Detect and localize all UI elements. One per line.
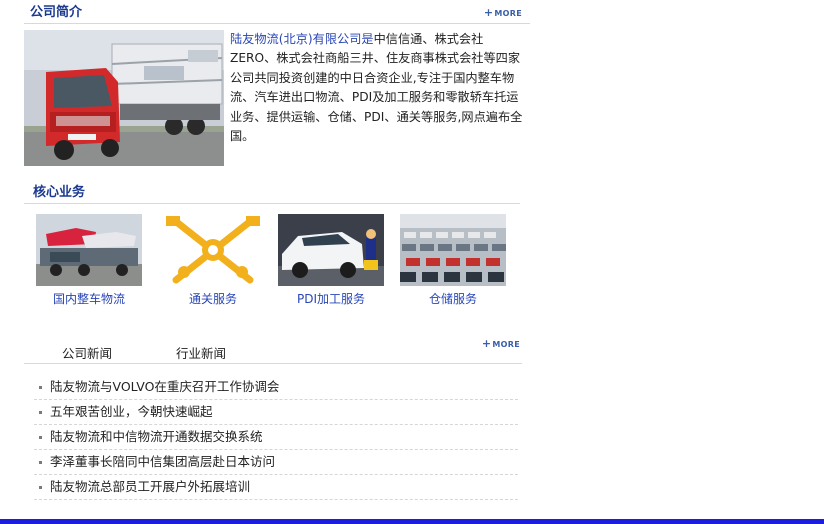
- tab-industry-news[interactable]: 行业新闻: [176, 343, 226, 362]
- company-intro-title: 公司简介: [30, 5, 83, 20]
- news-item[interactable]: 五年艰苦创业，今朝快速崛起: [34, 400, 518, 425]
- bullet-icon: [39, 411, 42, 414]
- news-link[interactable]: 陆友物流与VOLVO在重庆召开工作协调会: [50, 379, 279, 394]
- news-item[interactable]: 陆友物流与VOLVO在重庆召开工作协调会: [34, 375, 518, 400]
- news-more-link[interactable]: +MORE: [482, 337, 520, 350]
- service-pdi[interactable]: PDI加工服务: [278, 214, 384, 307]
- bullet-icon: [39, 436, 42, 439]
- plus-icon: +: [483, 6, 494, 19]
- service-label: 仓储服务: [428, 292, 477, 306]
- news-list: 陆友物流与VOLVO在重庆召开工作协调会 五年艰苦创业，今朝快速崛起 陆友物流和…: [34, 375, 518, 500]
- car-carrier-truck-photo: [36, 214, 142, 286]
- bullet-icon: [39, 386, 42, 389]
- company-intro-more-link[interactable]: +MORE: [484, 6, 522, 19]
- company-intro-text: 陆友物流(北京)有限公司是中信信通、株式会社ZERO、株式会社商船三井、住友商事…: [230, 30, 526, 146]
- news-link[interactable]: 五年艰苦创业，今朝快速崛起: [50, 404, 213, 419]
- service-label: PDI加工服务: [296, 292, 366, 306]
- pdi-car-inspection-photo: [278, 214, 384, 286]
- core-business-header: 核心业务: [24, 180, 520, 204]
- car-storage-lot-photo: [400, 214, 506, 286]
- truck-carrier-photo: [24, 30, 224, 166]
- news-link[interactable]: 陆友物流和中信物流开通数据交换系统: [50, 429, 263, 444]
- news-item[interactable]: 陆友物流总部员工开展户外拓展培训: [34, 475, 518, 500]
- news-item[interactable]: 陆友物流和中信物流开通数据交换系统: [34, 425, 518, 450]
- service-label: 国内整车物流: [52, 292, 125, 306]
- bullet-icon: [39, 461, 42, 464]
- bottom-bar: [0, 519, 824, 524]
- more-label: MORE: [494, 9, 522, 18]
- news-item[interactable]: 李泽董事长陪同中信集团高层赴日本访问: [34, 450, 518, 475]
- tab-company-news[interactable]: 公司新闻: [62, 343, 112, 362]
- bullet-icon: [39, 486, 42, 489]
- service-car-logistics[interactable]: 国内整车物流: [36, 214, 142, 307]
- plus-icon: +: [481, 337, 492, 350]
- service-storage[interactable]: 仓储服务: [400, 214, 506, 307]
- company-intro-header: 公司简介 +MORE: [24, 0, 530, 24]
- customs-emblem-icon: [160, 214, 266, 286]
- core-business-title: 核心业务: [33, 185, 86, 200]
- company-description: 中信信通、株式会社ZERO、株式会社商船三井、住友商事株式会社等四家公司共同投资…: [230, 32, 523, 144]
- news-link[interactable]: 李泽董事长陪同中信集团高层赴日本访问: [50, 454, 275, 469]
- more-label: MORE: [492, 340, 520, 349]
- company-name-link[interactable]: 陆友物流(北京)有限公司是: [230, 32, 374, 46]
- news-tab-bar: 公司新闻 行业新闻 +MORE: [24, 336, 522, 364]
- service-customs[interactable]: 通关服务: [160, 214, 266, 307]
- service-label: 通关服务: [188, 292, 237, 306]
- news-link[interactable]: 陆友物流总部员工开展户外拓展培训: [50, 479, 250, 494]
